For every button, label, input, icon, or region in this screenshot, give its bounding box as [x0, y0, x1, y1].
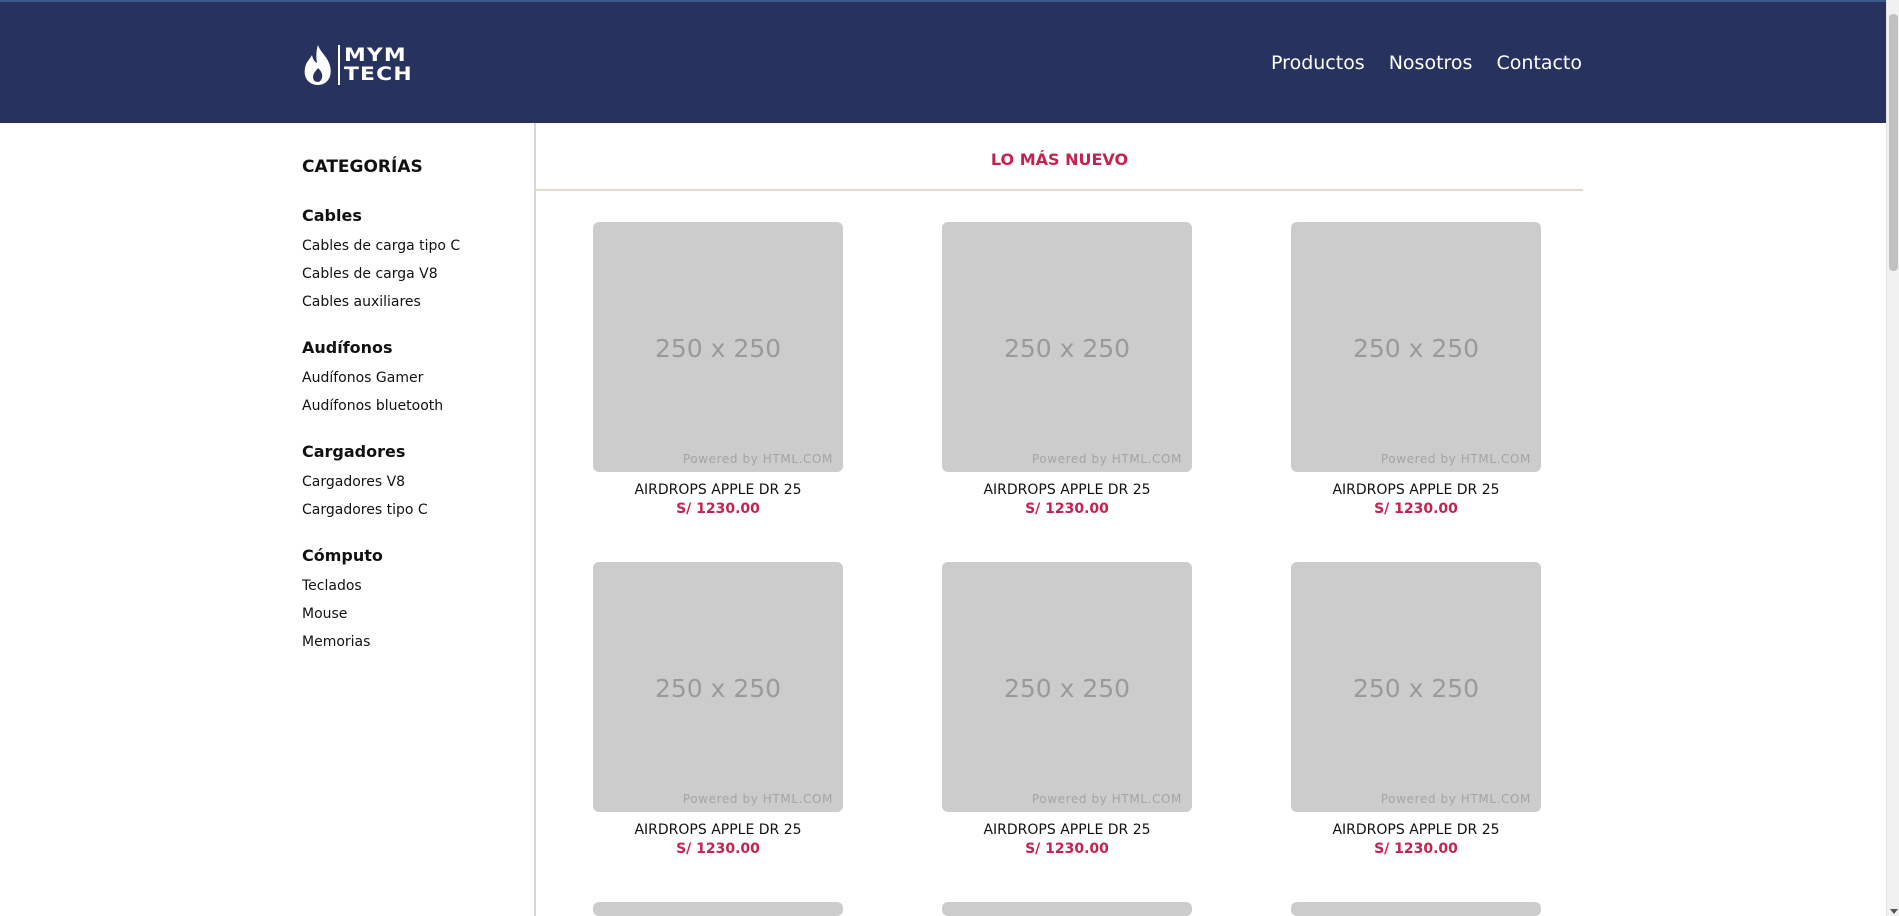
- product-name[interactable]: AIRDROPS APPLE DR 25: [1291, 482, 1541, 498]
- category-sidebar: CATEGORÍAS Cables Cables de carga tipo C…: [302, 123, 536, 916]
- product-price: S/ 1230.00: [1374, 501, 1458, 517]
- logo-divider: [338, 45, 340, 85]
- product-name[interactable]: AIRDROPS APPLE DR 25: [942, 482, 1192, 498]
- site-header: MYM TECH Productos Nosotros Contacto: [0, 0, 1886, 123]
- product-name[interactable]: AIRDROPS APPLE DR 25: [593, 822, 843, 838]
- product-name[interactable]: AIRDROPS APPLE DR 25: [593, 482, 843, 498]
- placeholder-size-label: 250 x 250: [1352, 674, 1480, 703]
- placeholder-size-label: 250 x 250: [1352, 334, 1480, 363]
- product-price: S/ 1230.00: [1025, 501, 1109, 517]
- placeholder-size-label: 250 x 250: [1003, 674, 1131, 703]
- product-card[interactable]: [942, 902, 1192, 916]
- main-nav: Productos Nosotros Contacto: [1271, 52, 1582, 74]
- product-price: S/ 1230.00: [1374, 841, 1458, 857]
- category-link[interactable]: Cargadores V8: [302, 468, 428, 496]
- product-card[interactable]: 250 x 250 Powered by HTML.COM AIRDROPS A…: [1291, 562, 1541, 857]
- logo-text: MYM TECH: [344, 46, 412, 84]
- logo[interactable]: MYM TECH: [302, 42, 412, 88]
- category-link[interactable]: Cables de carga V8: [302, 260, 460, 288]
- placeholder-credit: Powered by HTML.COM: [1031, 452, 1182, 466]
- page-scrollbar[interactable]: [1886, 0, 1899, 916]
- category-heading[interactable]: Cómputo: [302, 546, 383, 565]
- category-group-cables: Cables Cables de carga tipo C Cables de …: [302, 206, 460, 316]
- nav-contacto[interactable]: Contacto: [1496, 52, 1582, 74]
- category-heading[interactable]: Cargadores: [302, 442, 428, 461]
- product-image[interactable]: [942, 902, 1192, 916]
- category-link[interactable]: Cables auxiliares: [302, 288, 460, 316]
- nav-productos[interactable]: Productos: [1271, 52, 1365, 74]
- sidebar-title: CATEGORÍAS: [302, 157, 423, 177]
- nav-nosotros[interactable]: Nosotros: [1389, 52, 1473, 74]
- category-link[interactable]: Audífonos bluetooth: [302, 392, 443, 420]
- product-name[interactable]: AIRDROPS APPLE DR 25: [942, 822, 1192, 838]
- placeholder-credit: Powered by HTML.COM: [1380, 452, 1531, 466]
- category-link[interactable]: Teclados: [302, 572, 383, 600]
- product-image[interactable]: [1291, 902, 1541, 916]
- product-image[interactable]: 250 x 250 Powered by HTML.COM: [1291, 562, 1541, 812]
- category-link[interactable]: Cargadores tipo C: [302, 496, 428, 524]
- category-link[interactable]: Audífonos Gamer: [302, 364, 443, 392]
- product-image[interactable]: 250 x 250 Powered by HTML.COM: [593, 222, 843, 472]
- product-card[interactable]: [1291, 902, 1541, 916]
- product-image[interactable]: 250 x 250 Powered by HTML.COM: [942, 222, 1192, 472]
- product-image[interactable]: 250 x 250 Powered by HTML.COM: [942, 562, 1192, 812]
- product-card[interactable]: 250 x 250 Powered by HTML.COM AIRDROPS A…: [593, 222, 843, 517]
- product-card[interactable]: 250 x 250 Powered by HTML.COM AIRDROPS A…: [942, 562, 1192, 857]
- product-section: LO MÁS NUEVO 250 x 250 Powered by HTML.C…: [536, 123, 1583, 916]
- category-group-computo: Cómputo Teclados Mouse Memorias: [302, 546, 383, 656]
- product-name[interactable]: AIRDROPS APPLE DR 25: [1291, 822, 1541, 838]
- product-image[interactable]: 250 x 250 Powered by HTML.COM: [1291, 222, 1541, 472]
- product-image[interactable]: 250 x 250 Powered by HTML.COM: [593, 562, 843, 812]
- placeholder-size-label: 250 x 250: [1003, 334, 1131, 363]
- placeholder-size-label: 250 x 250: [654, 674, 782, 703]
- product-card[interactable]: 250 x 250 Powered by HTML.COM AIRDROPS A…: [1291, 222, 1541, 517]
- scrollbar-thumb[interactable]: [1889, 14, 1898, 271]
- placeholder-size-label: 250 x 250: [654, 334, 782, 363]
- flame-icon: [304, 45, 331, 85]
- category-group-cargadores: Cargadores Cargadores V8 Cargadores tipo…: [302, 442, 428, 524]
- product-card[interactable]: 250 x 250 Powered by HTML.COM AIRDROPS A…: [942, 222, 1192, 517]
- product-card[interactable]: 250 x 250 Powered by HTML.COM AIRDROPS A…: [593, 562, 843, 857]
- category-link[interactable]: Cables de carga tipo C: [302, 232, 460, 260]
- placeholder-credit: Powered by HTML.COM: [1031, 792, 1182, 806]
- category-heading[interactable]: Cables: [302, 206, 460, 225]
- category-link[interactable]: Memorias: [302, 628, 383, 656]
- category-link[interactable]: Mouse: [302, 600, 383, 628]
- section-title: LO MÁS NUEVO: [990, 150, 1129, 169]
- logo-line-2: TECH: [344, 63, 413, 85]
- scroll-down-arrow-icon[interactable]: [1890, 909, 1898, 914]
- section-header: LO MÁS NUEVO: [536, 123, 1583, 191]
- placeholder-credit: Powered by HTML.COM: [682, 452, 833, 466]
- placeholder-credit: Powered by HTML.COM: [682, 792, 833, 806]
- product-image[interactable]: [593, 902, 843, 916]
- product-price: S/ 1230.00: [676, 501, 760, 517]
- product-price: S/ 1230.00: [676, 841, 760, 857]
- product-card[interactable]: [593, 902, 843, 916]
- product-price: S/ 1230.00: [1025, 841, 1109, 857]
- category-heading[interactable]: Audífonos: [302, 338, 443, 357]
- category-group-audifonos: Audífonos Audífonos Gamer Audífonos blue…: [302, 338, 443, 420]
- placeholder-credit: Powered by HTML.COM: [1380, 792, 1531, 806]
